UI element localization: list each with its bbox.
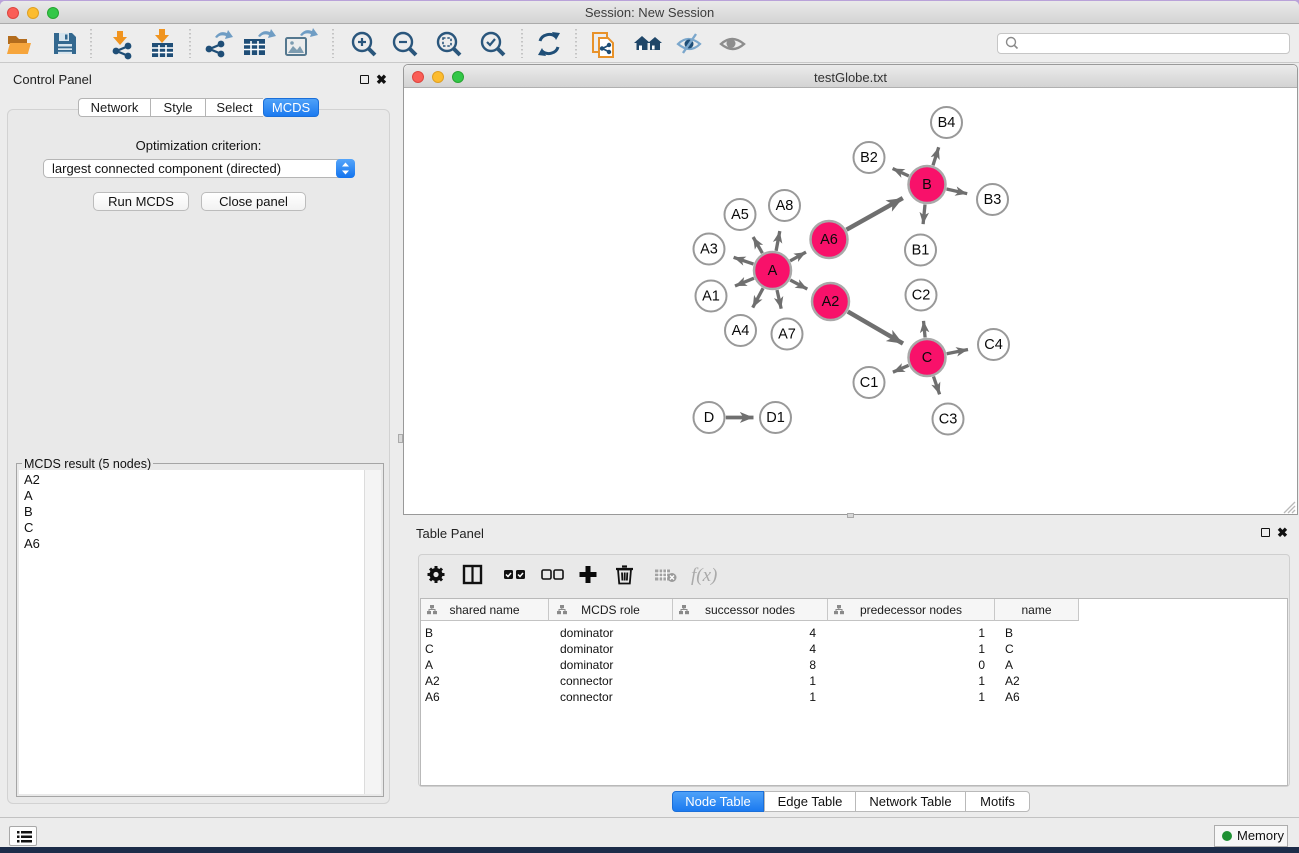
svg-text:C4: C4 bbox=[984, 337, 1003, 353]
svg-text:D1: D1 bbox=[766, 410, 785, 426]
svg-text:D: D bbox=[704, 410, 714, 426]
svg-text:B1: B1 bbox=[912, 243, 930, 259]
svg-text:B: B bbox=[922, 177, 932, 193]
svg-text:A1: A1 bbox=[702, 289, 720, 305]
svg-text:B4: B4 bbox=[938, 115, 956, 131]
svg-text:A8: A8 bbox=[776, 198, 794, 214]
svg-text:A5: A5 bbox=[731, 207, 749, 223]
svg-text:C1: C1 bbox=[860, 375, 879, 391]
svg-text:B3: B3 bbox=[984, 192, 1002, 208]
svg-text:B2: B2 bbox=[860, 150, 878, 166]
svg-text:C: C bbox=[922, 350, 932, 366]
svg-text:A7: A7 bbox=[778, 327, 796, 343]
svg-text:A6: A6 bbox=[820, 232, 838, 248]
svg-text:f(x): f(x) bbox=[691, 565, 717, 586]
svg-text:A2: A2 bbox=[822, 294, 840, 310]
svg-text:A4: A4 bbox=[732, 323, 750, 339]
svg-text:A: A bbox=[768, 263, 778, 279]
svg-text:C2: C2 bbox=[912, 288, 931, 304]
svg-text:C3: C3 bbox=[939, 412, 958, 428]
svg-text:A3: A3 bbox=[700, 242, 718, 258]
